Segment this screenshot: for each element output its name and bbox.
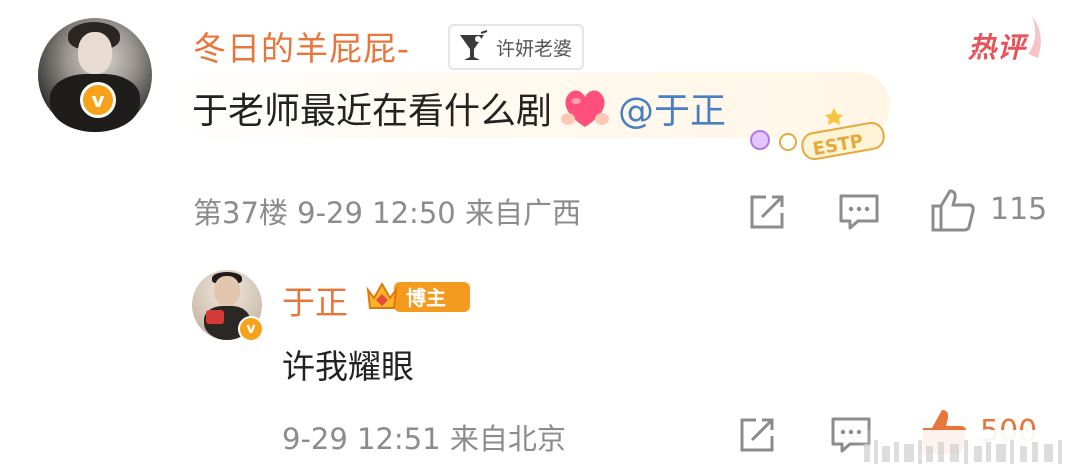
comment-time: 9-29 12:50 [297, 196, 456, 230]
hot-wing-icon [1028, 16, 1041, 58]
comment-location: 来自广西 [464, 196, 581, 230]
like-count: 115 [990, 192, 1048, 227]
watermark-pattern [864, 440, 1062, 464]
reply-text: 许我耀眼 [282, 347, 414, 386]
avatar-gift [206, 310, 224, 324]
commenter-username[interactable]: 冬日的羊屁屁- [193, 22, 410, 70]
trophy-icon [460, 30, 488, 60]
reply-meta: 9-29 12:51 来自北京 [282, 416, 566, 458]
ip-badge-decoration: ESTP [750, 108, 885, 160]
comment-text: 于老师最近在看什么剧 [192, 91, 553, 132]
verified-icon: v [238, 316, 264, 342]
fan-badge[interactable]: 许妍老婆 [448, 24, 585, 70]
comment-floor: 第37楼 [193, 196, 288, 230]
share-icon[interactable] [738, 416, 776, 454]
mention-link[interactable]: @于正 [618, 82, 726, 134]
reply-icon[interactable] [838, 193, 880, 231]
fan-badge-label: 许妍老婆 [496, 37, 573, 60]
avatar-face [78, 32, 112, 74]
reply-location: 来自北京 [449, 422, 566, 456]
comment-text-row: 于老师最近在看什么剧 @于正 [192, 82, 726, 134]
comment-meta: 第37楼 9-29 12:50 来自广西 [193, 190, 581, 232]
replier-username[interactable]: 于正 [282, 276, 348, 324]
like-icon[interactable] [930, 188, 976, 232]
hot-comment-label: 热评 [968, 31, 1027, 64]
share-icon[interactable] [748, 193, 786, 231]
reply-time: 9-29 12:51 [282, 422, 441, 456]
avatar-face [214, 276, 240, 306]
heart-emoji-icon [561, 90, 610, 127]
host-badge-label: 博主 [406, 286, 446, 310]
verified-icon: v [80, 82, 116, 118]
